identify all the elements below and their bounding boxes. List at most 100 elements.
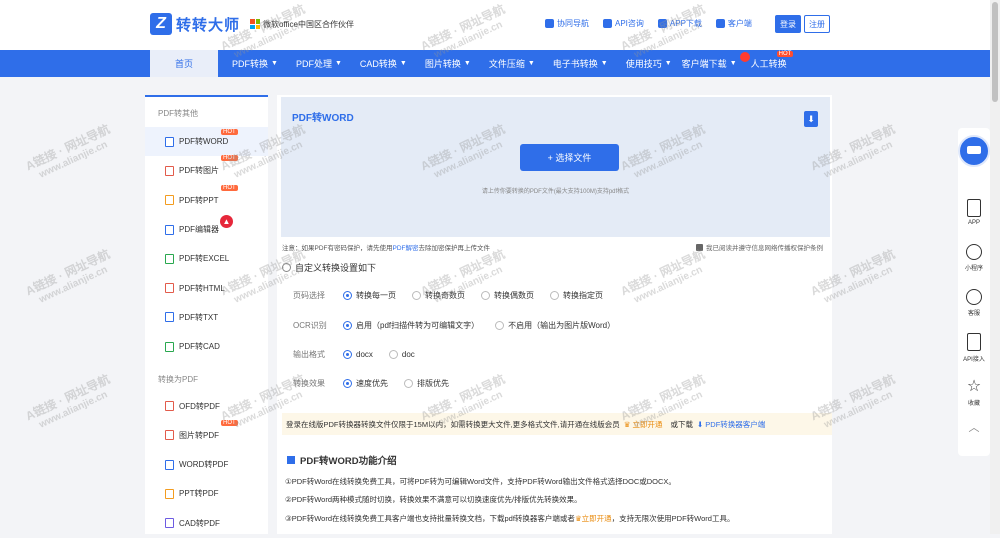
chevron-down-icon: ▼	[527, 60, 535, 67]
nav-client[interactable]: 客户端下载 ▼	[682, 50, 750, 77]
nav-image[interactable]: 图片转换 ▼	[425, 50, 471, 77]
radio-even-pages[interactable]: 转换偶数页	[481, 290, 534, 301]
sidebar-item-label: PPT转PDF	[179, 489, 219, 499]
watermark: A链接 · 网址导航 www.alianjie.cn	[23, 122, 118, 186]
sidebar-item-word-to-pdf[interactable]: WORD转PDF	[145, 450, 268, 479]
top-link-app[interactable]: APP下载	[657, 18, 702, 29]
top-link-api[interactable]: API咨询	[603, 18, 644, 29]
sidebar-item-pdf-to-html[interactable]: PDF转HTML	[145, 273, 268, 302]
api-icon	[967, 332, 981, 351]
rightbar-label: 收藏	[967, 400, 980, 407]
nav-ebook[interactable]: 电子书转换 ▼	[553, 50, 608, 77]
nav-compress[interactable]: 文件压缩 ▼	[489, 50, 535, 77]
sidebar-item-ppt-to-pdf[interactable]: PPT转PDF	[145, 479, 268, 508]
pdf-decrypt-link[interactable]: PDF解密	[393, 245, 419, 252]
download-icon[interactable]: ⬇	[804, 111, 818, 127]
top-links: 协同导航 API咨询 APP下载 客户端	[545, 18, 752, 29]
sidebar-item-label: CAD转PDF	[179, 518, 220, 528]
rightbar-favorite[interactable]: ☆ 收藏	[958, 370, 990, 415]
nav-label: PDF处理	[295, 59, 332, 69]
sidebar-item-pdf-to-cad[interactable]: PDF转CAD	[145, 332, 268, 361]
sidebar-item-pdf-to-image[interactable]: PDF转图片 HOT	[145, 155, 268, 185]
agree-checkbox[interactable]: 我已阅读并遵守信息网络传播权保护条例	[696, 242, 823, 252]
radio-speed-first[interactable]: 速度优先	[343, 378, 388, 389]
nav-manual[interactable]: 人工转换 HOT	[750, 50, 794, 77]
nav-label: PDF转换	[232, 59, 269, 69]
top-link-label: APP下载	[669, 19, 702, 28]
radio-specified-pages[interactable]: 转换指定页	[550, 290, 603, 301]
main-nav: 首页 PDF转换 ▼ PDF处理 ▼ CAD转换 ▼ 图片转换 ▼ 文件压缩 ▼ 电子书转…	[0, 50, 990, 77]
home-icon	[545, 19, 554, 28]
assistant-avatar[interactable]	[958, 135, 990, 167]
rightbar-api[interactable]: API接入	[958, 325, 990, 370]
nav-tips[interactable]: 使用技巧 ▼	[626, 50, 672, 77]
download-icon	[715, 19, 725, 28]
upload-area[interactable]: PDF转WORD ⬇ + 选择文件 请上传你要转换的PDF文件(最大支持100M…	[281, 97, 830, 237]
sidebar-item-cad-to-pdf[interactable]: CAD转PDF	[145, 509, 268, 538]
radio-ocr-enable[interactable]: 启用（pdf扫描件转为可编辑文字）	[343, 320, 479, 331]
login-button[interactable]: 登录	[775, 15, 801, 33]
sidebar-item-pdf-to-txt[interactable]: PDF转TXT	[145, 303, 268, 332]
scrollbar-thumb[interactable]	[992, 2, 998, 102]
intro-line-1: ①PDF转Word在线转换免费工具，可将PDF转为可编辑Word文件，支持PDF…	[285, 477, 676, 486]
sidebar-item-pdf-editor[interactable]: PDF编辑器 ▲	[145, 214, 268, 244]
sidebar-section-title: PDF转其他	[158, 109, 198, 118]
sidebar-item-label: 图片转PDF	[179, 430, 219, 440]
chevron-down-icon: ▼	[664, 60, 672, 67]
top-link-nav[interactable]: 协同导航	[545, 18, 589, 29]
watermark-text: A链接 · 网址导航	[23, 122, 113, 174]
sidebar-item-pdf-to-excel[interactable]: PDF转EXCEL	[145, 244, 268, 273]
ppt-file-icon	[165, 488, 174, 499]
radio-docx[interactable]: docx	[343, 350, 373, 359]
effect-row: 转换效果 速度优先 排版优先	[293, 378, 465, 389]
sidebar-item-ofd-to-pdf[interactable]: OFD转PDF	[145, 391, 268, 420]
promo-bar: 登录在线版PDF转换器转换文件仅限于15M以内，如需转换更大文件,更多格式文件,…	[282, 413, 832, 435]
top-link-client[interactable]: 客户端	[715, 18, 752, 29]
format-row: 输出格式 docx doc	[293, 349, 431, 360]
crown-icon: ♛	[623, 419, 631, 429]
radio-icon	[481, 291, 490, 300]
txt-file-icon	[165, 312, 174, 323]
chevron-down-icon: ▼	[600, 60, 608, 67]
row-label: OCR识别	[293, 321, 327, 330]
sidebar-item-image-to-pdf[interactable]: 图片转PDF HOT	[145, 419, 268, 450]
phone-icon	[657, 19, 667, 28]
top-link-label: 协同导航	[557, 19, 589, 28]
radio-ocr-disable[interactable]: 不启用（输出为图片版Word）	[495, 320, 615, 331]
intro-text: ③PDF转Word在线转换免费工具客户端也支持批量转换文档，下载pdf转换器客户…	[285, 514, 575, 523]
nav-pdf-process[interactable]: PDF处理 ▼	[296, 50, 342, 77]
choose-file-button[interactable]: + 选择文件	[520, 144, 619, 171]
radio-layout-first[interactable]: 排版优先	[404, 378, 449, 389]
radio-every-page[interactable]: 转换每一页	[343, 290, 396, 301]
sidebar-item-pdf-to-word[interactable]: PDF转WORD HOT	[145, 127, 268, 157]
rightbar-service[interactable]: 客服	[958, 280, 990, 325]
open-membership-link[interactable]: ♛立即开通	[575, 514, 612, 523]
checkbox-checked-icon[interactable]	[696, 243, 703, 251]
register-button[interactable]: 注册	[804, 15, 830, 33]
option-label: 排版优先	[417, 379, 449, 388]
back-to-top-icon[interactable]: ︿	[958, 419, 990, 435]
nav-label: 人工转换	[750, 59, 787, 69]
sidebar-item-pdf-to-ppt[interactable]: PDF转PPT HOT	[145, 184, 268, 215]
sidebar-section-title: 转换为PDF	[158, 374, 198, 384]
brand-logo[interactable]: Z 转转大师 微软office中国区合作伙伴	[150, 13, 354, 35]
chevron-down-icon: ▼	[271, 60, 278, 67]
monitor-icon	[165, 224, 174, 235]
radio-odd-pages[interactable]: 转换奇数页	[412, 290, 465, 301]
rightbar-app[interactable]: APP	[958, 190, 990, 235]
microsoft-icon	[250, 19, 261, 29]
cad-file-icon	[165, 518, 174, 529]
rightbar-miniprogram[interactable]: 小程序	[958, 235, 990, 280]
nav-cad[interactable]: CAD转换 ▼	[360, 50, 407, 77]
nav-home[interactable]: 首页	[150, 50, 218, 77]
sidebar-item-label: WORD转PDF	[179, 460, 229, 470]
chevron-down-icon: ▼	[463, 60, 471, 67]
client-download-link[interactable]: ⬇ PDF转换器客户端	[697, 419, 765, 430]
open-membership-link[interactable]: ♛立即开通	[624, 419, 663, 430]
miniprogram-icon	[966, 243, 982, 260]
hot-badge: HOT	[776, 51, 794, 57]
scrollbar[interactable]	[990, 0, 1000, 534]
nav-pdf-convert[interactable]: PDF转换 ▼	[232, 50, 278, 77]
radio-doc[interactable]: doc	[388, 350, 415, 359]
chat-icon	[603, 19, 612, 28]
